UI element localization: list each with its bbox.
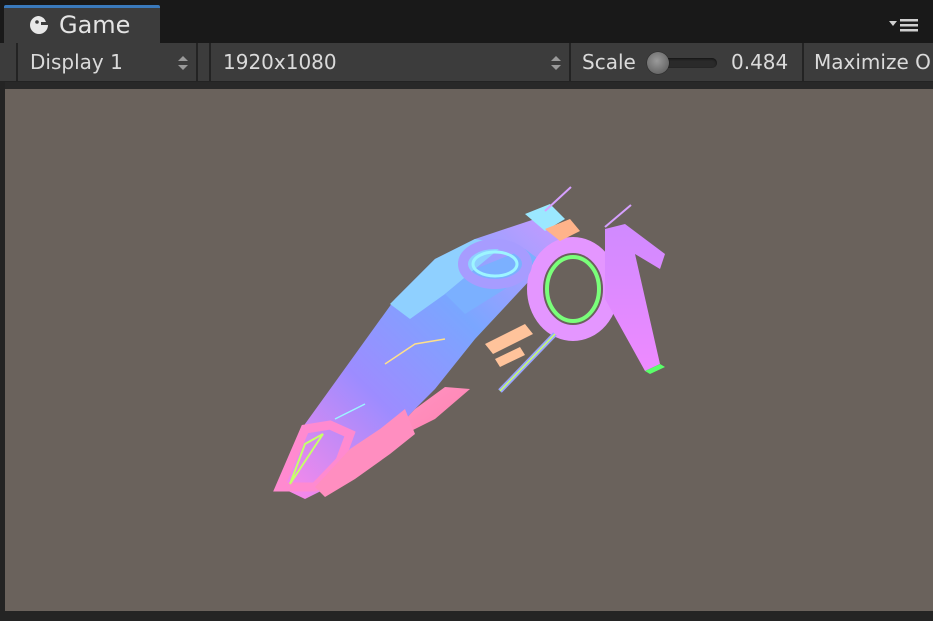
tab-game[interactable]: Game bbox=[4, 5, 160, 43]
resolution-updown-icon bbox=[551, 56, 561, 70]
tab-bar: Game bbox=[0, 0, 933, 43]
toolbar-separator bbox=[209, 43, 211, 81]
scale-slider-thumb[interactable] bbox=[647, 52, 669, 74]
game-viewport[interactable] bbox=[5, 89, 933, 611]
spaceship-render bbox=[273, 186, 665, 499]
tab-label: Game bbox=[59, 11, 131, 39]
toolbar-separator bbox=[802, 43, 804, 81]
game-toolbar: Display 1 1920x1080 Scale 0.484 Maximize… bbox=[0, 43, 933, 82]
scale-label: Scale bbox=[582, 50, 636, 74]
resolution-dropdown[interactable]: 1920x1080 bbox=[223, 43, 337, 81]
display-dropdown[interactable]: Display 1 bbox=[30, 43, 123, 81]
scale-value: 0.484 bbox=[731, 50, 789, 74]
maximize-on-play-button[interactable]: Maximize O bbox=[814, 43, 931, 81]
toolbar-separator bbox=[196, 43, 198, 81]
toolbar-separator bbox=[569, 43, 571, 81]
toolbar-separator bbox=[16, 43, 18, 81]
display-updown-icon bbox=[178, 56, 188, 70]
divider bbox=[0, 82, 933, 89]
panel-menu-icon[interactable] bbox=[887, 15, 921, 35]
divider bbox=[0, 611, 933, 621]
game-controller-icon bbox=[30, 16, 48, 34]
